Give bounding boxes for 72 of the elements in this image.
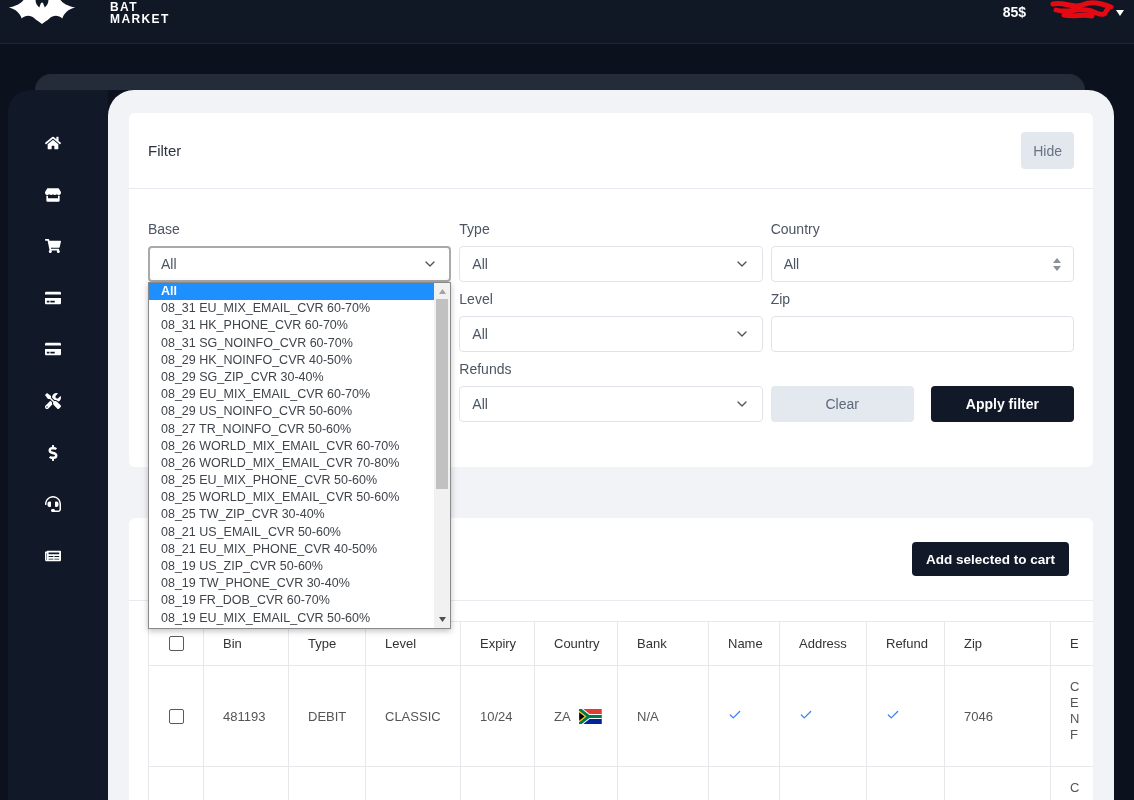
- headset-icon: [45, 496, 61, 513]
- dropdown-option[interactable]: 08_29 SG_ZIP_CVR 30-40%: [149, 368, 435, 387]
- table-cell: C: [1070, 780, 1080, 796]
- column-header: E: [1050, 621, 1093, 666]
- table-cell: DEBIT: [288, 665, 366, 767]
- dropdown-option[interactable]: 08_29 US_NOINFO_CVR 50-60%: [149, 403, 435, 421]
- dropdown-option[interactable]: 08_26 WORLD_MIX_EMAIL_CVR 60-70%: [149, 437, 435, 455]
- field-label: Base: [148, 220, 180, 238]
- row-checkbox[interactable]: [168, 708, 184, 724]
- column-header: Expiry: [460, 621, 535, 666]
- field-label: Country: [770, 220, 820, 238]
- table-cell: 7046: [944, 665, 1051, 767]
- dropdown-option[interactable]: 08_27 TR_NOINFO_CVR 50-60%: [149, 420, 435, 438]
- dropdown-option[interactable]: 08_29 EU_MIX_EMAIL_CVR 60-70%: [149, 386, 435, 404]
- home-icon: [45, 135, 61, 151]
- field-label: Refunds: [459, 360, 512, 378]
- panel-title: Filter: [148, 142, 182, 159]
- tools-icon: [45, 392, 61, 409]
- dropdown-select[interactable]: All: [459, 316, 763, 352]
- add-to-cart-button[interactable]: Add selected to cart: [911, 542, 1069, 576]
- dropdown-select[interactable]: All: [459, 246, 763, 282]
- scroll-down-arrow-icon[interactable]: [438, 617, 446, 622]
- column-header: Country: [534, 621, 618, 666]
- table-cell: 10/24: [460, 665, 535, 767]
- dropdown-option[interactable]: 08_31 HK_PHONE_CVR 60-70%: [149, 317, 435, 335]
- column-header: Address: [779, 621, 867, 666]
- apply-filter-button[interactable]: Apply filter: [930, 386, 1074, 422]
- spinner-select[interactable]: All: [770, 246, 1074, 282]
- dropdown-option[interactable]: 08_19 FR_DOB_CVR 60-70%: [149, 592, 435, 610]
- dropdown-option[interactable]: 08_25 TW_ZIP_CVR 30-40%: [149, 506, 435, 524]
- text-input-field[interactable]: [770, 316, 1074, 352]
- dropdown-option[interactable]: 08_25 WORLD_MIX_EMAIL_CVR 50-60%: [149, 489, 435, 507]
- logo-text: BAT: [110, 1, 139, 13]
- caret-down-icon[interactable]: [1116, 10, 1124, 16]
- logo-text: MARKET: [110, 13, 170, 25]
- dropdown-select[interactable]: All: [459, 386, 763, 422]
- column-header: Name: [708, 621, 780, 666]
- column-header: Refund: [866, 621, 945, 666]
- country-code: ZA: [554, 708, 571, 724]
- dropdown-option[interactable]: 08_26 WORLD_MIX_EMAIL_CVR 70-80%: [149, 454, 435, 473]
- select-all-checkbox[interactable]: [168, 636, 184, 651]
- dropdown-option[interactable]: 08_21 US_EMAIL_CVR 50-60%: [149, 523, 435, 541]
- dropdown-option[interactable]: 08_31 SG_NOINFO_CVR 60-70%: [149, 334, 435, 352]
- flag-icon: [578, 708, 602, 724]
- balance: 85$: [1002, 4, 1026, 20]
- dropdown-option[interactable]: 08_19 TW_PHONE_CVR 30-40%: [149, 575, 435, 593]
- store-icon: [45, 186, 61, 203]
- scrollbar-track[interactable]: [434, 283, 451, 628]
- table-cell: N/A: [617, 665, 709, 767]
- dropdown-option[interactable]: 08_29 HK_NOINFO_CVR 40-50%: [149, 351, 435, 369]
- up-down-arrows-icon: [1053, 257, 1061, 271]
- dropdown-option[interactable]: 08_21 EU_MIX_PHONE_CVR 40-50%: [149, 540, 435, 558]
- table-cell: CLASSIC: [365, 665, 461, 767]
- field-label: Level: [459, 290, 493, 308]
- field-label: Zip: [770, 290, 791, 308]
- column-header: Zip: [944, 621, 1051, 666]
- dropdown-select[interactable]: All: [148, 246, 452, 282]
- hide-button[interactable]: Hide: [1021, 132, 1074, 169]
- scribble-icon: [1050, 0, 1114, 20]
- credit-card-icon: [45, 341, 61, 358]
- column-header: Bank: [617, 621, 709, 666]
- dropdown-option[interactable]: 08_19 US_ZIP_CVR 50-60%: [149, 558, 435, 576]
- table-cell: 481193: [203, 665, 289, 767]
- table-cell: C E N F: [1070, 679, 1080, 743]
- dropdown-option[interactable]: 08_25 EU_MIX_PHONE_CVR 50-60%: [149, 472, 435, 490]
- dropdown-option[interactable]: 08_31 EU_MIX_EMAIL_CVR 60-70%: [149, 300, 435, 318]
- scrollbar-thumb[interactable]: [436, 299, 449, 489]
- field-label: Type: [459, 220, 490, 238]
- bat-logo-icon: [8, 0, 76, 24]
- clear-button[interactable]: Clear: [770, 386, 914, 422]
- credit-card-icon: [45, 289, 61, 306]
- cart-icon: [45, 238, 61, 255]
